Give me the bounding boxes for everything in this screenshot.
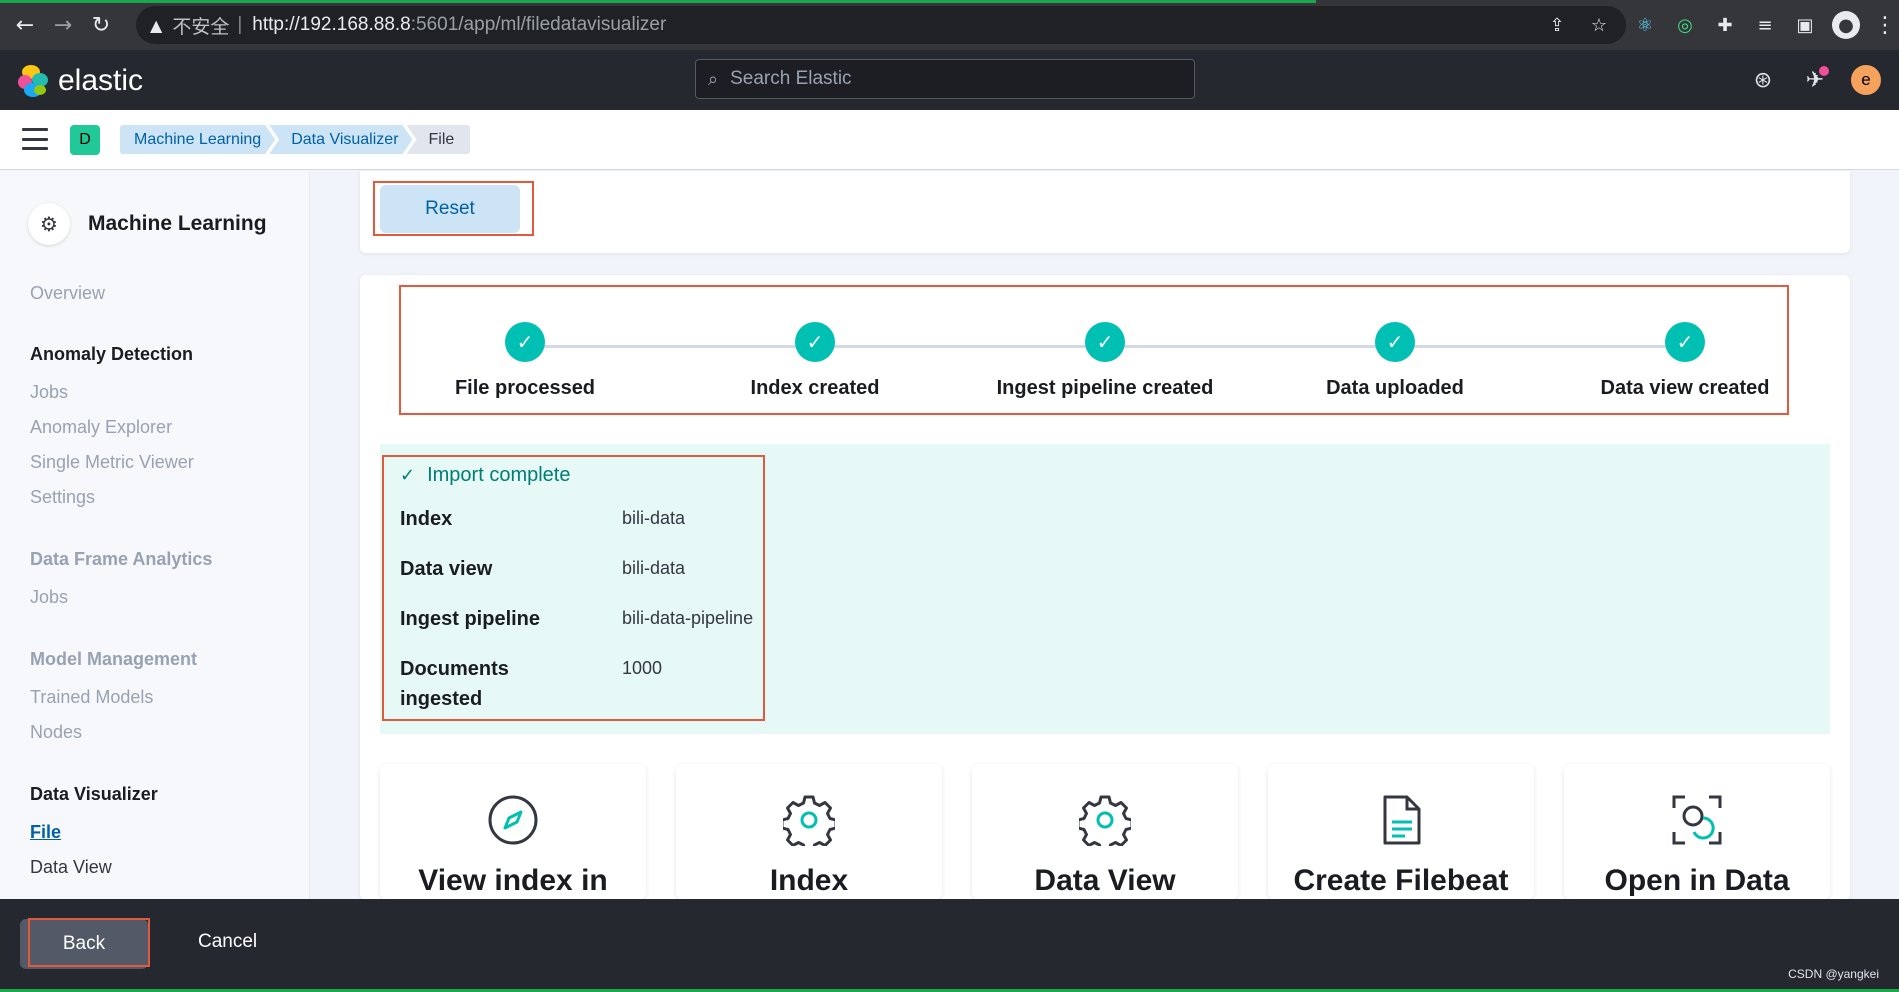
- cancel-button[interactable]: Cancel: [198, 931, 257, 953]
- card-open-in-data-visualizer[interactable]: Open in Data: [1564, 764, 1830, 899]
- bookmark-star-icon[interactable]: ☆: [1586, 12, 1612, 38]
- page-load-progress: [0, 0, 1316, 3]
- gear-icon: [1079, 795, 1131, 846]
- card-title: Index: [769, 864, 849, 897]
- sidebar-item-overview[interactable]: Overview: [30, 283, 105, 304]
- notification-dot: [1819, 66, 1829, 76]
- breadcrumb-data-visualizer[interactable]: Data Visualizer: [269, 125, 412, 154]
- address-bar[interactable]: ▲ 不安全 | http://192.168.88.8 :5601/app/ml…: [136, 6, 1626, 44]
- forward-arrow-icon[interactable]: →: [44, 6, 82, 44]
- action-cards: View index in Index Data View Create Fil…: [380, 764, 1830, 899]
- highlight-import-summary: [382, 455, 765, 721]
- warning-icon: ▲: [150, 15, 163, 35]
- side-panel-icon[interactable]: ▣: [1792, 12, 1818, 38]
- share-icon[interactable]: ⇪: [1544, 12, 1570, 38]
- extension-circle-icon[interactable]: ◎: [1672, 12, 1698, 38]
- highlight-steps: [399, 285, 1789, 415]
- card-index[interactable]: Index: [676, 764, 942, 899]
- compass-icon: [488, 795, 538, 845]
- watermark: CSDN @yangkei: [1788, 967, 1879, 981]
- sidebar-item-nodes[interactable]: Nodes: [30, 722, 82, 743]
- kibana-header: elastic ⌕ Search Elastic ⊛ ✈ e: [0, 50, 1899, 110]
- breadcrumb: Machine Learning Data Visualizer File: [120, 125, 471, 154]
- global-search-input[interactable]: ⌕ Search Elastic: [695, 59, 1195, 99]
- news-feed-icon[interactable]: ✈: [1799, 64, 1831, 96]
- ml-sidebar: ⚙ Machine Learning Overview Anomaly Dete…: [0, 171, 310, 899]
- sidebar-item-single-metric-viewer[interactable]: Single Metric Viewer: [30, 452, 194, 473]
- breadcrumb-bar: D Machine Learning Data Visualizer File: [0, 110, 1899, 170]
- url-path: :5601/app/ml/filedatavisualizer: [410, 14, 667, 35]
- profile-icon[interactable]: ●: [1832, 11, 1860, 39]
- sidebar-heading-data-frame-analytics: Data Frame Analytics: [30, 549, 213, 569]
- sidebar-heading-anomaly-detection: Anomaly Detection: [30, 344, 194, 364]
- sidebar-item-data-view[interactable]: Data View: [30, 857, 112, 878]
- sidebar-heading-data-visualizer: Data Visualizer: [30, 784, 158, 804]
- space-avatar[interactable]: D: [70, 125, 100, 155]
- back-arrow-icon[interactable]: ←: [6, 6, 44, 44]
- reload-icon[interactable]: ↻: [82, 6, 120, 44]
- search-placeholder: Search Elastic: [730, 68, 852, 89]
- browser-menu-icon[interactable]: ⋮: [1874, 13, 1896, 38]
- card-title: Create Filebeat: [1293, 864, 1509, 897]
- bottom-action-bar: Back Cancel CSDN @yangkei: [0, 899, 1899, 992]
- user-avatar[interactable]: e: [1851, 65, 1881, 95]
- sidebar-title: Machine Learning: [88, 212, 267, 235]
- search-icon: ⌕: [708, 68, 719, 90]
- card-title: Data View: [1034, 864, 1176, 897]
- browser-toolbar: ← → ↻ ▲ 不安全 | http://192.168.88.8 :5601/…: [0, 0, 1899, 50]
- card-title: View index in: [418, 864, 608, 897]
- gear-icon: [783, 795, 835, 846]
- card-data-view[interactable]: Data View: [972, 764, 1238, 899]
- brand-name: elastic: [58, 64, 144, 97]
- sidebar-item-settings[interactable]: Settings: [30, 487, 95, 508]
- help-lifebuoy-icon[interactable]: ⊛: [1747, 64, 1779, 96]
- document-icon: [1383, 795, 1421, 845]
- reading-list-icon[interactable]: ≡: [1752, 12, 1778, 38]
- highlight-reset: [373, 181, 534, 236]
- puzzle-extensions-icon[interactable]: ✚: [1712, 12, 1738, 38]
- menu-toggle-icon[interactable]: [22, 128, 48, 150]
- highlight-back: [28, 918, 150, 967]
- visualize-frame-icon: [1672, 795, 1722, 845]
- react-devtools-icon[interactable]: ⚛: [1632, 12, 1658, 38]
- breadcrumb-machine-learning[interactable]: Machine Learning: [120, 125, 275, 154]
- url-host: http://192.168.88.8: [252, 14, 411, 35]
- elastic-logo-icon: [18, 65, 50, 97]
- card-create-filebeat[interactable]: Create Filebeat: [1268, 764, 1534, 899]
- sidebar-item-ad-jobs[interactable]: Jobs: [30, 382, 68, 403]
- card-title: Open in Data: [1604, 864, 1790, 897]
- sidebar-item-dfa-jobs[interactable]: Jobs: [30, 587, 68, 608]
- insecure-label: 不安全: [172, 16, 230, 38]
- url-separator: |: [237, 14, 243, 35]
- sidebar-item-trained-models[interactable]: Trained Models: [30, 687, 153, 708]
- card-view-index[interactable]: View index in: [380, 764, 646, 899]
- reset-panel: [360, 171, 1850, 253]
- machine-learning-icon: ⚙: [28, 203, 70, 245]
- elastic-logo[interactable]: elastic: [18, 64, 143, 98]
- sidebar-item-file[interactable]: File: [30, 822, 61, 843]
- extension-icons: ⚛ ◎ ✚ ≡ ▣ ● ⋮: [1632, 8, 1896, 42]
- sidebar-item-anomaly-explorer[interactable]: Anomaly Explorer: [30, 417, 172, 438]
- breadcrumb-file: File: [406, 125, 471, 154]
- sidebar-heading-model-management: Model Management: [30, 649, 198, 669]
